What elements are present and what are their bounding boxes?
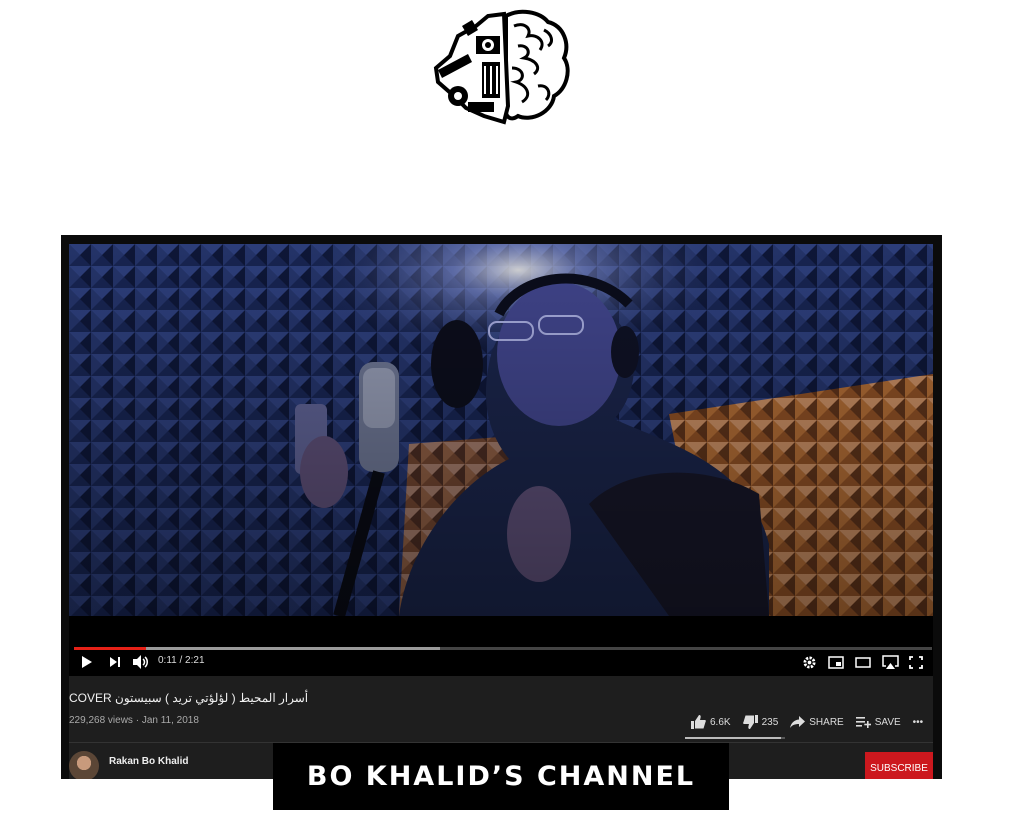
channel-name[interactable]: Rakan Bo Khalid [109, 756, 188, 767]
like-count: 6.6K [710, 716, 731, 728]
dislike-button[interactable]: 235 [742, 715, 779, 729]
avatar[interactable] [69, 751, 99, 779]
video-thumbnail[interactable] [69, 244, 933, 616]
next-icon[interactable] [109, 656, 121, 668]
like-ratio-fill [685, 737, 781, 739]
thumbs-up-icon [691, 715, 706, 729]
fullscreen-icon[interactable] [909, 656, 923, 669]
subscribe-button[interactable]: SUBSCRIBE [865, 752, 933, 779]
progress-bar[interactable] [74, 647, 932, 650]
volume-icon[interactable] [133, 655, 149, 669]
time-display: 0:11 / 2:21 [158, 655, 205, 666]
like-ratio-bar [685, 737, 785, 739]
miniplayer-icon[interactable] [828, 656, 844, 669]
dislike-count: 235 [761, 716, 779, 728]
video-meta: 229,268 views · Jan 11, 2018 [69, 715, 199, 726]
play-icon[interactable] [81, 656, 93, 668]
settings-icon[interactable] [803, 656, 816, 669]
thumbs-down-icon [742, 715, 758, 729]
more-icon[interactable]: ••• [913, 717, 924, 728]
video-title[interactable]: COVER أسرار المحيط ( لؤلؤتي تريد ) سبيست… [69, 691, 308, 705]
action-bar: 6.6K 235 SHARE SAVE ••• [691, 714, 933, 730]
share-icon [790, 716, 806, 728]
save-button[interactable]: SAVE [855, 716, 901, 728]
brain-logo-icon [428, 6, 572, 128]
airplay-icon[interactable] [882, 655, 899, 670]
like-button[interactable]: 6.6K [691, 715, 731, 729]
share-label: SHARE [809, 716, 844, 728]
video-player[interactable]: 0:11 / 2:21 COVER أسرار المحيط ( لؤلؤتي … [61, 235, 942, 779]
share-button[interactable]: SHARE [790, 716, 844, 728]
save-label: SAVE [874, 716, 901, 728]
theater-icon[interactable] [855, 657, 871, 668]
progress-played [74, 647, 146, 650]
channel-banner: BO KHALID’S CHANNEL [273, 743, 729, 810]
save-playlist-icon [855, 717, 871, 728]
